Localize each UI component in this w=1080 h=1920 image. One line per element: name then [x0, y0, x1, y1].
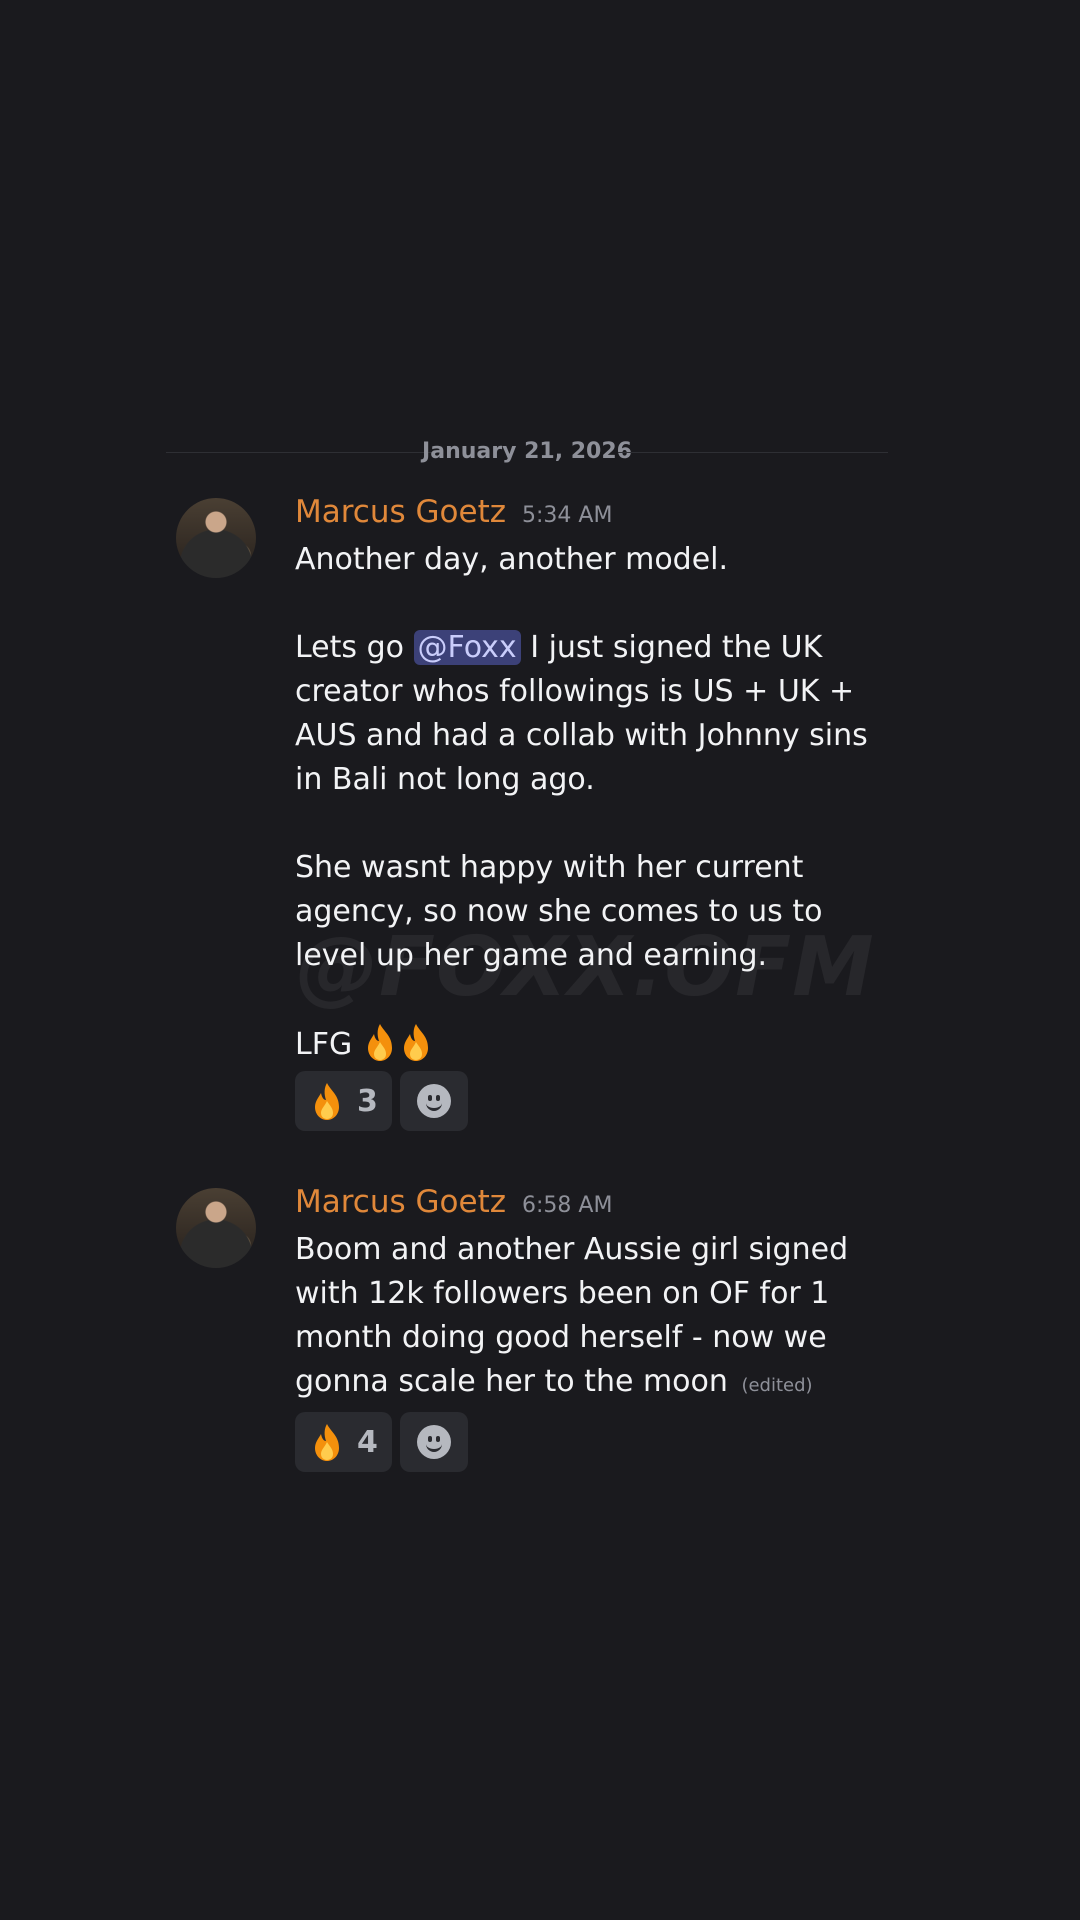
message-paragraph: Boom and another Aussie girl signed with…	[295, 1228, 895, 1408]
message-line: Another day, another model.	[295, 542, 729, 577]
text-before-mention: Lets go	[295, 630, 414, 665]
message-paragraph: LFG	[295, 1022, 895, 1067]
avatar[interactable]	[176, 1188, 256, 1268]
timestamp[interactable]: 5:34 AM	[522, 503, 612, 528]
fire-icon	[309, 1422, 345, 1462]
date-divider: January 21, 2026	[166, 436, 888, 468]
add-reaction-button[interactable]	[399, 1412, 468, 1472]
add-reaction-button[interactable]	[399, 1071, 468, 1131]
reaction-count: 3	[357, 1083, 378, 1119]
reaction-fire[interactable]: 3	[295, 1071, 392, 1131]
reactions-bar: 4	[295, 1412, 895, 1472]
divider-line-right	[618, 452, 888, 453]
reaction-fire[interactable]: 4	[295, 1412, 392, 1472]
fire-icon	[362, 1022, 398, 1062]
message-header: Marcus Goetz 5:34 AM	[295, 494, 895, 538]
username[interactable]: Marcus Goetz	[295, 494, 506, 530]
message-text: Boom and another Aussie girl signed with…	[295, 1232, 849, 1399]
smiley-icon	[416, 1425, 451, 1459]
user-mention[interactable]: @Foxx	[413, 630, 521, 665]
message-paragraph: Lets go @Foxx I just signed the UK creat…	[295, 626, 895, 802]
username[interactable]: Marcus Goetz	[295, 1184, 506, 1220]
fire-icon	[398, 1022, 434, 1062]
message-body: Marcus Goetz 5:34 AM Another day, anothe…	[295, 494, 895, 1131]
message-header: Marcus Goetz 6:58 AM	[295, 1184, 895, 1228]
message-body: Marcus Goetz 6:58 AM Boom and another Au…	[295, 1184, 895, 1472]
message-content: Boom and another Aussie girl signed with…	[295, 1228, 895, 1408]
message-text: LFG	[295, 1027, 353, 1062]
message-content: Another day, another model. Lets go @Fox…	[295, 538, 895, 1067]
fire-icon	[309, 1081, 345, 1121]
avatar[interactable]	[176, 498, 256, 578]
edited-label: (edited)	[741, 1375, 813, 1396]
timestamp[interactable]: 6:58 AM	[522, 1193, 612, 1218]
reaction-count: 4	[357, 1424, 378, 1460]
smiley-icon	[416, 1084, 451, 1118]
message-paragraph: She wasnt happy with her current agency,…	[295, 850, 823, 973]
reactions-bar: 3	[295, 1071, 895, 1131]
